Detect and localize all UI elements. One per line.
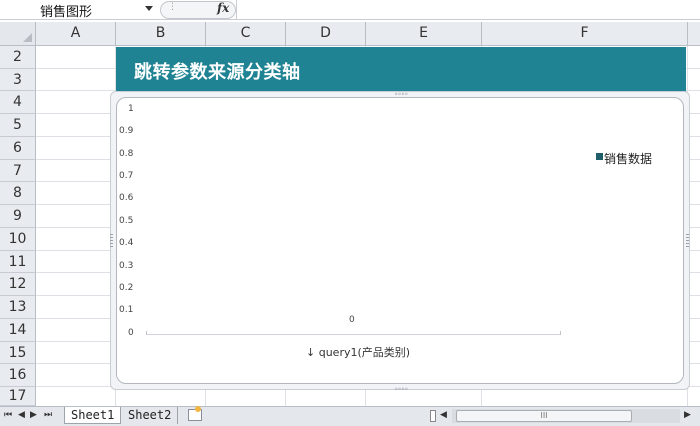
resize-handle-right[interactable] <box>686 234 689 248</box>
row-header-7[interactable]: 7 <box>0 160 36 182</box>
row-header-6[interactable]: 6 <box>0 137 36 160</box>
row-header-16[interactable]: 16 <box>0 364 36 387</box>
row-header-14[interactable]: 14 <box>0 319 36 342</box>
y-tick-label: 0.9 <box>119 126 134 136</box>
formula-bar: 销售图形 ⋮ fx <box>0 0 700 20</box>
report-title: 跳转参数来源分类轴 <box>134 62 301 83</box>
resize-handle-left[interactable] <box>110 234 113 248</box>
row-header-10[interactable]: 10 <box>0 228 36 251</box>
first-sheet-icon[interactable]: ⏮ <box>4 410 12 420</box>
legend-entry: 销售数据 <box>604 152 653 166</box>
y-tick-label: 0.2 <box>119 283 134 293</box>
row-header-17[interactable]: 17 <box>0 387 36 406</box>
sheet-tab-sheet1[interactable]: Sheet1 <box>64 407 122 424</box>
x-axis-tick <box>146 331 147 335</box>
row-header-13[interactable]: 13 <box>0 296 36 319</box>
tab-split-handle[interactable] <box>430 410 436 422</box>
y-tick-label: 0.1 <box>119 305 134 315</box>
row-header-15[interactable]: 15 <box>0 342 36 364</box>
name-box-value: 销售图形 <box>40 5 93 20</box>
y-tick-label: 0.8 <box>119 149 134 159</box>
legend-swatch <box>596 153 603 160</box>
y-tick-label: 0.7 <box>119 171 134 181</box>
arrow-down-icon: ↓ <box>306 346 319 359</box>
chevron-down-icon[interactable] <box>145 6 153 11</box>
x-axis-tick <box>560 331 561 335</box>
scroll-right-icon[interactable]: ▶ <box>684 410 691 420</box>
select-all-corner[interactable] <box>0 22 36 46</box>
scroll-left-icon[interactable]: ◀ <box>440 410 447 420</box>
x-axis-title[interactable]: ↓ query1(产品类别) <box>306 344 410 360</box>
sheet-tab-sheet2[interactable]: Sheet2 <box>122 407 179 424</box>
y-tick-label: 0.3 <box>119 261 134 271</box>
column-header-b[interactable]: B <box>116 22 206 46</box>
data-label: 0 <box>349 315 355 325</box>
next-sheet-icon[interactable]: ▶ <box>30 410 37 420</box>
column-header-a[interactable]: A <box>36 22 116 46</box>
chart-plot-area[interactable] <box>116 97 684 384</box>
sheet-tab-bar: ⏮ ◀ ▶ ⏭ Sheet1 Sheet2 ◀ III ▶ <box>0 406 700 426</box>
row-header-5[interactable]: 5 <box>0 114 36 137</box>
report-title-banner: 跳转参数来源分类轴 <box>116 47 686 92</box>
y-tick-label: 0.5 <box>119 216 134 226</box>
resize-handle-top[interactable]: ∘∘∘∘ <box>394 90 408 98</box>
column-header-d[interactable]: D <box>286 22 366 46</box>
prev-sheet-icon[interactable]: ◀ <box>18 410 25 420</box>
row-header-11[interactable]: 11 <box>0 251 36 273</box>
row-header-9[interactable]: 9 <box>0 205 36 228</box>
y-tick-label: 0 <box>128 328 134 338</box>
more-dots-icon: ⋮ <box>168 2 177 12</box>
formula-input[interactable] <box>236 0 700 19</box>
horizontal-scroll-thumb[interactable]: III <box>456 410 632 422</box>
y-tick-label: 1 <box>128 104 134 114</box>
select-all-icon <box>23 33 32 42</box>
y-tick-label: 0.6 <box>119 193 134 203</box>
column-header-g[interactable] <box>688 22 700 46</box>
y-tick-label: 0.4 <box>119 238 134 248</box>
x-axis-line <box>146 334 561 335</box>
row-header-8[interactable]: 8 <box>0 182 36 205</box>
row-header-12[interactable]: 12 <box>0 273 36 296</box>
insert-sheet-icon[interactable] <box>188 406 202 421</box>
resize-handle-bottom[interactable]: ∘∘∘∘ <box>394 385 408 393</box>
row-header-3[interactable]: 3 <box>0 69 36 91</box>
row-header-2[interactable]: 2 <box>0 46 36 69</box>
last-sheet-icon[interactable]: ⏭ <box>44 410 52 420</box>
name-box[interactable]: 销售图形 <box>0 0 160 20</box>
column-header-e[interactable]: E <box>366 22 482 46</box>
insert-function-icon[interactable]: fx <box>217 1 229 15</box>
column-header-f[interactable]: F <box>482 22 688 46</box>
row-header-4[interactable]: 4 <box>0 91 36 114</box>
column-header-c[interactable]: C <box>206 22 286 46</box>
